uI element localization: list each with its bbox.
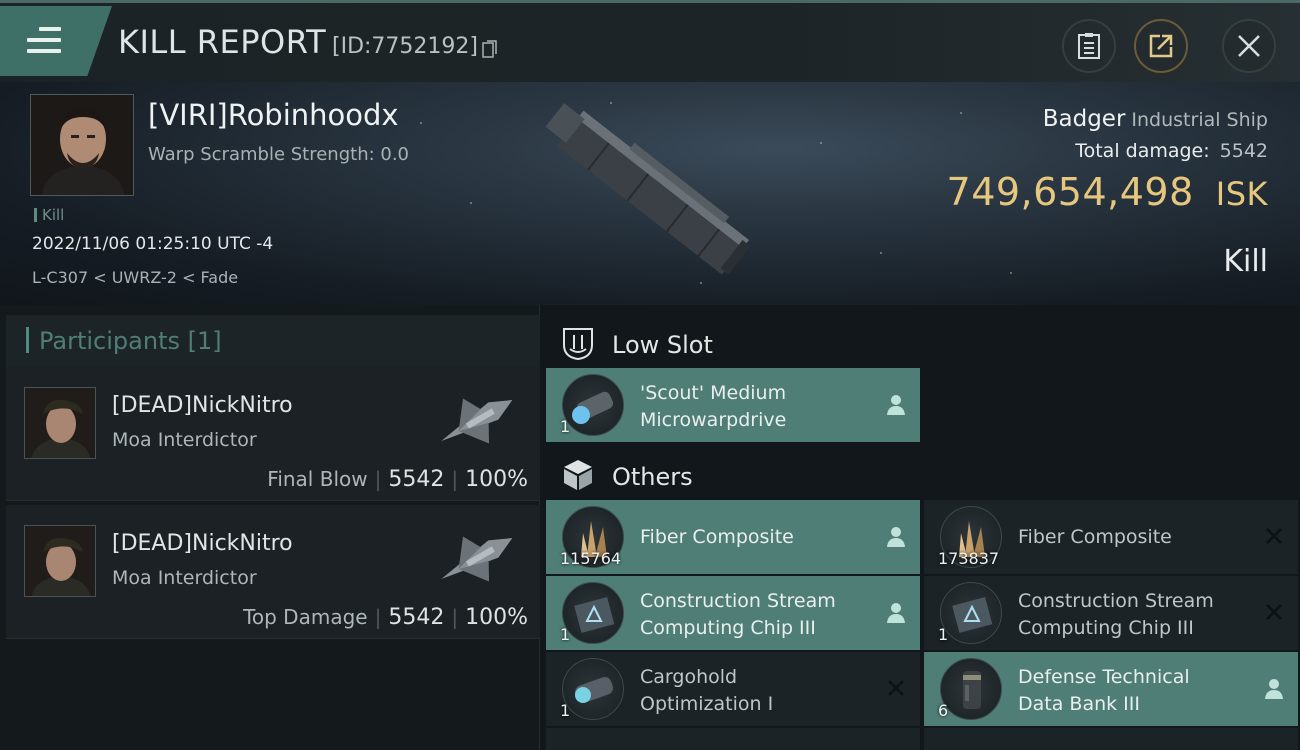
participants-title: Participants xyxy=(39,327,180,355)
participant-card[interactable]: [DEAD]NickNitro Moa Interdictor Final Bl… xyxy=(6,367,540,501)
dropped-person-icon xyxy=(887,603,905,623)
item-name: Construction Stream Computing Chip III xyxy=(640,590,836,639)
destroyed-x-icon xyxy=(1266,528,1282,544)
item-row[interactable]: 1 'Scout' Medium Microwarpdrive xyxy=(546,368,920,442)
kill-report-id: [ID:7752192] xyxy=(332,34,478,59)
kill-tag: Kill xyxy=(34,206,64,224)
total-damage-label: Total damage: xyxy=(1075,140,1210,162)
microwarpdrive-icon xyxy=(562,374,624,436)
dropped-person-icon xyxy=(1265,679,1283,699)
low-slot-icon xyxy=(563,328,593,361)
participant-card[interactable]: [DEAD]NickNitro Moa Interdictor Top Dama… xyxy=(6,505,540,639)
participant-ship: Moa Interdictor xyxy=(112,429,257,451)
ship-class: Industrial Ship xyxy=(1131,109,1268,131)
item-row[interactable]: 1 Construction Stream Computing Chip III xyxy=(546,576,920,650)
isk-unit: ISK xyxy=(1215,175,1268,213)
participant-ship-image xyxy=(441,398,513,444)
participant-avatar xyxy=(24,387,96,459)
ship-name: Badger xyxy=(1042,106,1126,132)
participant-percent: 100% xyxy=(465,467,528,492)
item-row[interactable]: 173837 Fiber Composite xyxy=(924,500,1298,574)
clipboard-icon xyxy=(1078,33,1100,59)
participant-role: Top Damage xyxy=(243,605,368,629)
computing-chip-icon xyxy=(562,582,624,644)
warp-scramble-strength: Warp Scramble Strength: 0.0 xyxy=(148,144,410,165)
destroyed-x-icon xyxy=(1266,604,1282,620)
item-quantity: 6 xyxy=(938,701,949,720)
close-icon xyxy=(1238,35,1260,57)
kill-datetime: 2022/11/06 01:25:10 UTC -4 xyxy=(32,234,274,254)
victim-portrait[interactable] xyxy=(30,94,134,196)
hamburger-icon xyxy=(27,27,61,60)
item-row[interactable]: 115764 Fiber Composite xyxy=(546,500,920,574)
item-quantity: 1 xyxy=(560,701,571,720)
others-label: Others xyxy=(612,463,693,491)
participant-stats: Final Blow | 5542 | 100% xyxy=(267,467,528,492)
result-label: Kill xyxy=(1223,244,1268,279)
total-damage: Total damage: 5542 xyxy=(1075,140,1268,162)
items-panel: Low Slot 1 'Scout' Medium Microwarpdrive … xyxy=(540,305,1300,750)
item-quantity: 173837 xyxy=(938,549,1000,568)
item-quantity: 1 xyxy=(560,625,571,644)
item-row[interactable]: 6 Defense Technical Data Bank III xyxy=(924,652,1298,726)
participant-avatar xyxy=(24,525,96,597)
item-row[interactable] xyxy=(924,728,1298,750)
item-name: Construction Stream Computing Chip III xyxy=(1018,590,1214,639)
item-name: Fiber Composite xyxy=(640,526,794,548)
share-icon xyxy=(1149,34,1173,58)
participant-ship: Moa Interdictor xyxy=(112,567,257,589)
participant-name: [DEAD]NickNitro xyxy=(112,531,293,556)
participants-panel: Participants [1] [DEAD]NickNitro Moa Int… xyxy=(0,305,540,750)
participant-damage: 5542 xyxy=(388,605,445,630)
isk-amount: 749,654,498 xyxy=(946,170,1194,214)
kill-location[interactable]: L-C307 < UWRZ-2 < Fade xyxy=(32,268,238,287)
item-row[interactable] xyxy=(546,728,920,750)
participant-name: [DEAD]NickNitro xyxy=(112,393,293,418)
item-quantity: 1 xyxy=(938,625,949,644)
item-row[interactable]: 1 Cargohold Optimization I xyxy=(546,652,920,726)
low-slot-header: Low Slot xyxy=(540,311,1300,373)
dropped-person-icon xyxy=(887,395,905,415)
participant-role: Final Blow xyxy=(267,467,368,491)
cargohold-optimization-icon xyxy=(562,658,624,720)
participant-ship-image xyxy=(441,536,513,582)
participant-damage: 5542 xyxy=(388,467,445,492)
total-damage-value: 5542 xyxy=(1219,140,1268,162)
victim-name[interactable]: [VIRI]Robinhoodx xyxy=(148,98,399,132)
dropped-person-icon xyxy=(887,527,905,547)
close-button[interactable] xyxy=(1222,19,1276,73)
low-slot-label: Low Slot xyxy=(612,331,713,359)
copy-icon[interactable] xyxy=(482,39,498,59)
item-name: Defense Technical Data Bank III xyxy=(1018,666,1190,715)
menu-button[interactable] xyxy=(0,6,112,76)
victim-banner: [VIRI]Robinhoodx Warp Scramble Strength:… xyxy=(0,82,1300,305)
share-button[interactable] xyxy=(1134,19,1188,73)
victim-ship-image[interactable] xyxy=(530,88,770,288)
participant-stats: Top Damage | 5542 | 100% xyxy=(243,605,528,630)
report-button[interactable] xyxy=(1062,19,1116,73)
data-bank-icon xyxy=(940,658,1002,720)
participants-header: Participants [1] xyxy=(6,315,540,369)
item-name: 'Scout' Medium Microwarpdrive xyxy=(640,382,787,431)
item-name: Fiber Composite xyxy=(1018,526,1172,548)
participant-percent: 100% xyxy=(465,605,528,630)
page-title: KILL REPORT xyxy=(118,23,327,61)
cargo-box-icon xyxy=(564,460,592,490)
destroyed-x-icon xyxy=(888,680,904,696)
participants-count: [1] xyxy=(187,327,222,355)
top-bar: KILL REPORT [ID:7752192] xyxy=(0,0,1300,82)
computing-chip-icon xyxy=(940,582,1002,644)
item-quantity: 1 xyxy=(560,417,571,436)
others-header: Others xyxy=(540,443,1300,505)
item-name: Cargohold Optimization I xyxy=(640,666,774,715)
isk-value: 749,654,498 ISK xyxy=(947,170,1268,214)
item-row[interactable]: 1 Construction Stream Computing Chip III xyxy=(924,576,1298,650)
item-quantity: 115764 xyxy=(560,549,622,568)
victim-ship[interactable]: Badger Industrial Ship xyxy=(1043,106,1268,132)
